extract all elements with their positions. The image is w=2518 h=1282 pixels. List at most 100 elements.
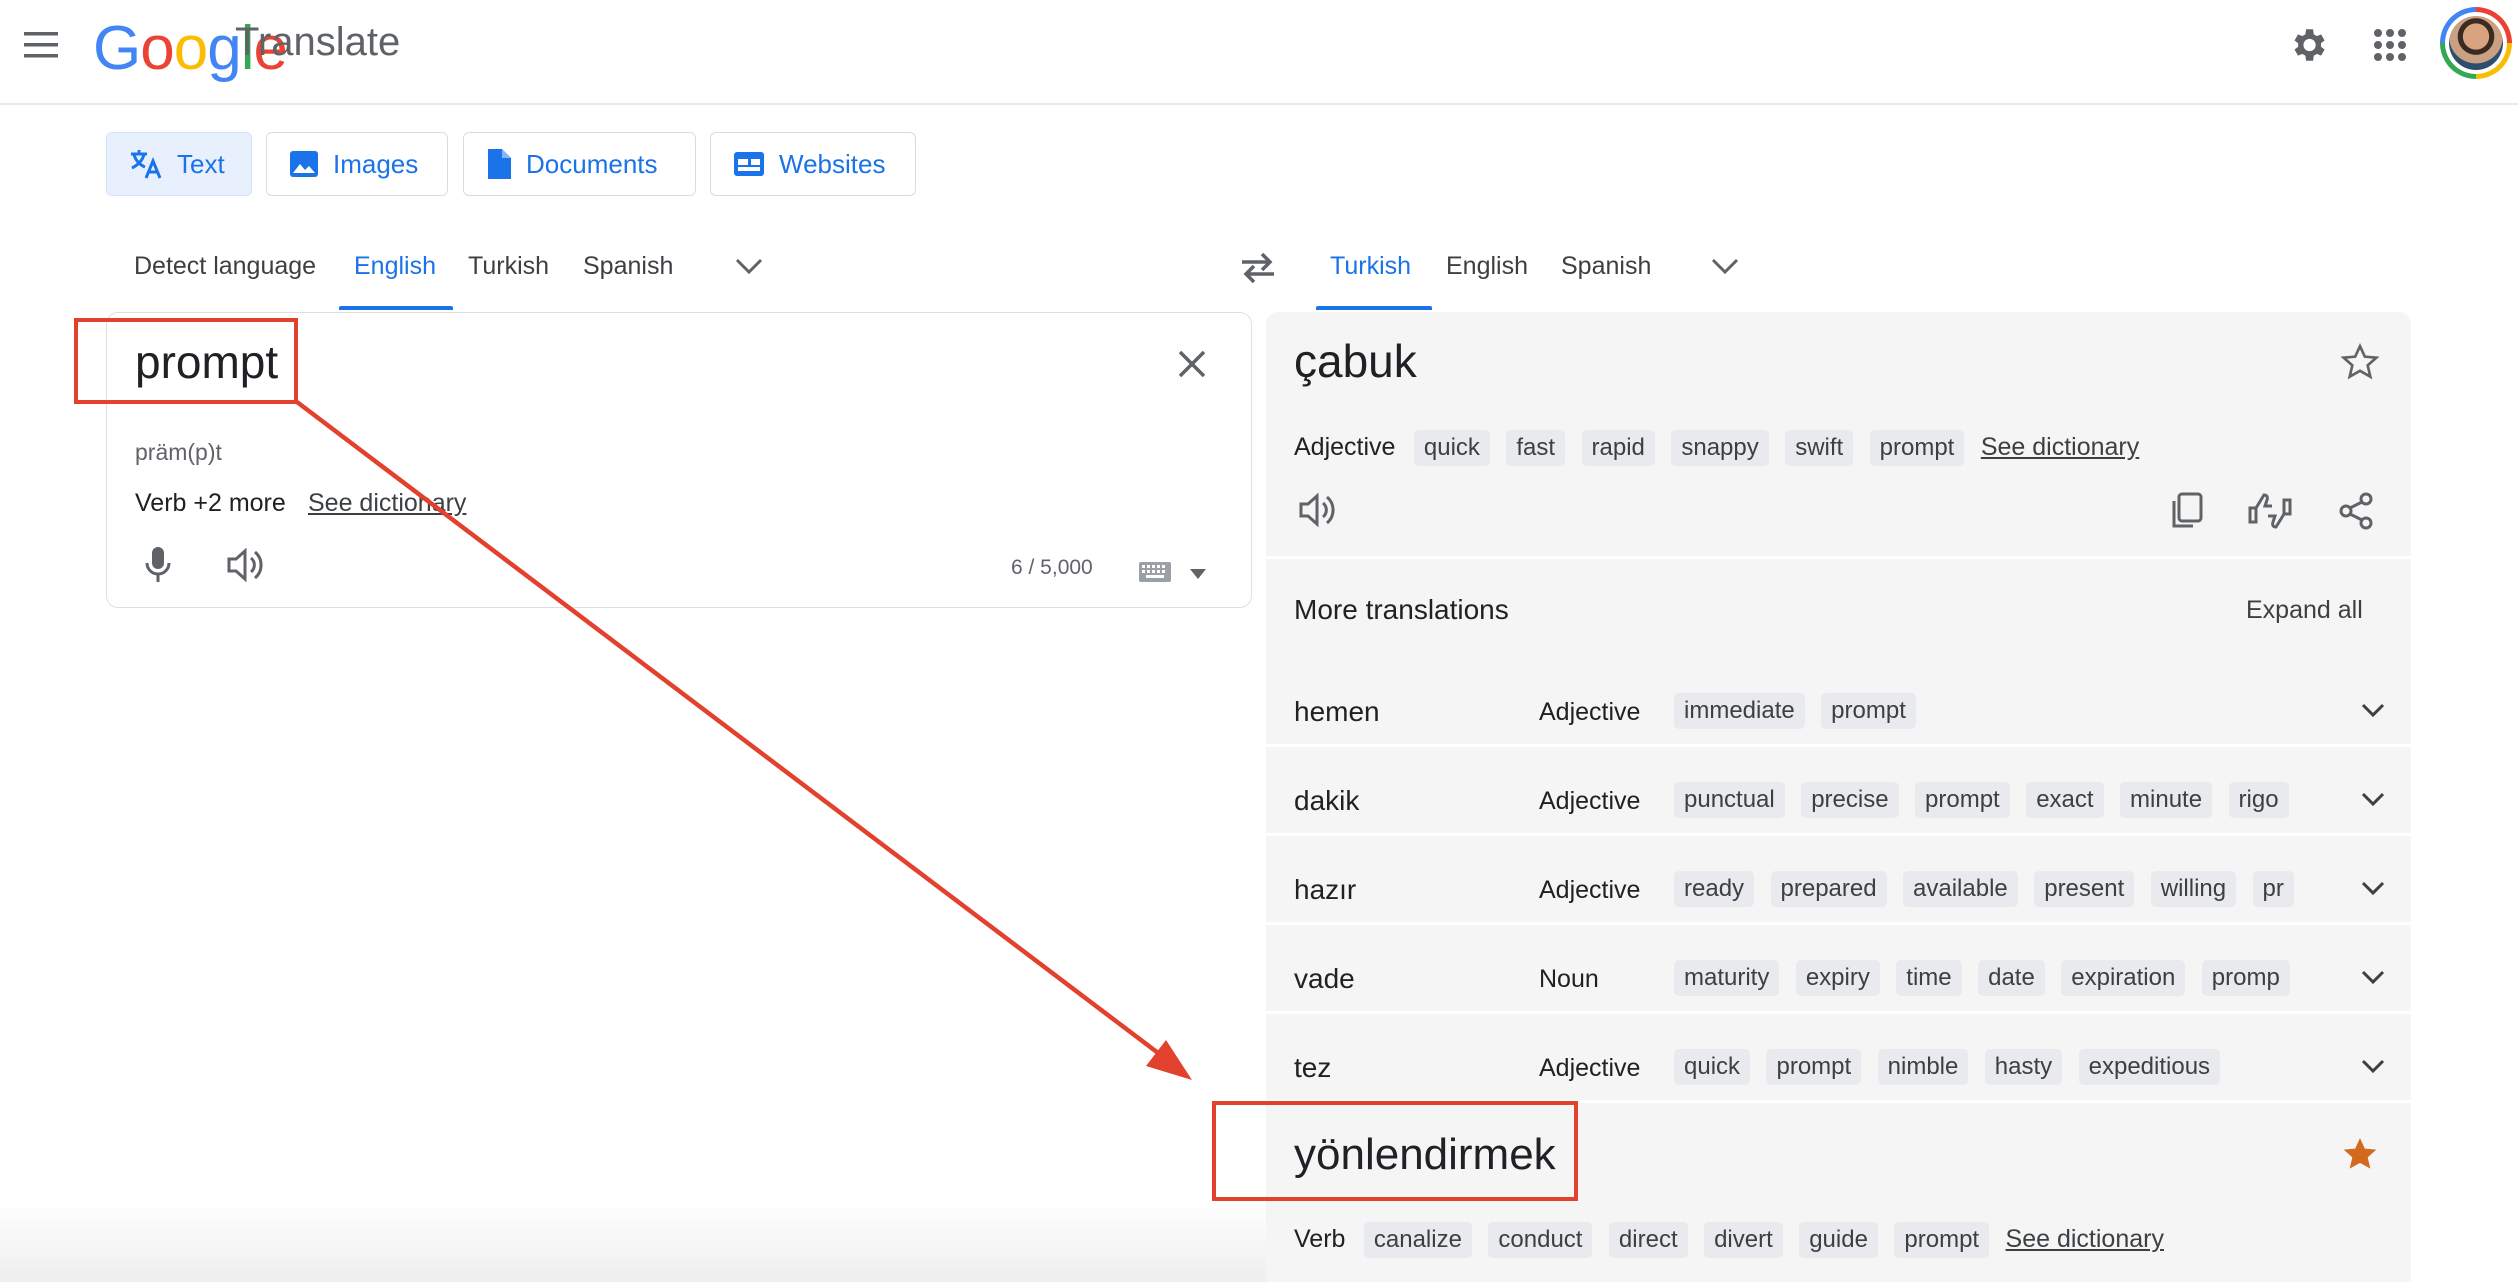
target-chip[interactable]: rapid xyxy=(1581,430,1655,466)
target-chip-row: Adjective quick fast rapid snappy swift … xyxy=(1294,430,2394,466)
row-chip[interactable]: quick xyxy=(1674,1049,1751,1085)
row-chevron-down-icon[interactable] xyxy=(2360,969,2386,990)
row-chip[interactable]: willing xyxy=(2150,871,2237,907)
source-lang-detect[interactable]: Detect language xyxy=(134,252,316,281)
swap-languages-icon[interactable] xyxy=(1238,250,1278,291)
tab-documents[interactable]: Documents xyxy=(463,132,696,196)
image-icon xyxy=(290,151,318,177)
more-translation-row[interactable]: hemen Adjective immediate prompt xyxy=(1266,668,2411,754)
row-chips: punctual precise prompt exact minute rig… xyxy=(1674,782,2334,818)
source-lang-turkish[interactable]: Turkish xyxy=(468,252,549,281)
settings-gear-icon[interactable] xyxy=(2287,24,2329,66)
row-chip[interactable]: precise xyxy=(1801,782,1899,818)
row-chip[interactable]: promp xyxy=(2201,960,2290,996)
row-chip[interactable]: available xyxy=(1903,871,2018,907)
save-translation-star-icon[interactable] xyxy=(2340,342,2380,387)
row-chip[interactable]: prompt xyxy=(1915,782,2010,818)
row-chevron-down-icon[interactable] xyxy=(2360,1058,2386,1079)
more-translation-row[interactable]: vade Noun maturity expiry time date expi… xyxy=(1266,925,2411,1011)
char-count: 6 / 5,000 xyxy=(1011,556,1093,579)
target-chip[interactable]: snappy xyxy=(1671,430,1769,466)
user-avatar[interactable] xyxy=(2440,7,2512,79)
row-chip[interactable]: expiration xyxy=(2061,960,2186,996)
row-chip[interactable]: maturity xyxy=(1674,960,1780,996)
row-chip[interactable]: punctual xyxy=(1674,782,1785,818)
keyboard-icon[interactable] xyxy=(1138,561,1172,588)
row-chip[interactable]: prompt xyxy=(1821,693,1916,729)
target-see-dictionary-link[interactable]: See dictionary xyxy=(1981,433,2139,461)
apps-grid-icon[interactable] xyxy=(2373,28,2407,62)
copy-translation-icon[interactable] xyxy=(2170,492,2204,535)
target-lang-spanish[interactable]: Spanish xyxy=(1561,252,1651,281)
tab-images[interactable]: Images xyxy=(266,132,448,196)
row-chip[interactable]: ready xyxy=(1674,871,1755,907)
more-translation-row[interactable]: hazır Adjective ready prepared available… xyxy=(1266,836,2411,922)
row-chip[interactable]: prepared xyxy=(1770,871,1887,907)
source-pos-summary: Verb +2 more xyxy=(135,489,286,517)
row-word: vade xyxy=(1294,963,1355,994)
target-lang-underline xyxy=(1316,306,1432,310)
row-chip[interactable]: expiry xyxy=(1795,960,1880,996)
divider xyxy=(1266,556,2411,559)
more-translation-row[interactable]: dakik Adjective punctual precise prompt … xyxy=(1266,747,2411,833)
target-chip[interactable]: fast xyxy=(1506,430,1566,466)
second-chip[interactable]: conduct xyxy=(1488,1222,1593,1258)
second-chip[interactable]: direct xyxy=(1608,1222,1688,1258)
second-chip[interactable]: divert xyxy=(1704,1222,1783,1258)
target-speaker-icon[interactable] xyxy=(1298,492,1336,533)
row-chevron-down-icon[interactable] xyxy=(2360,791,2386,812)
second-chip[interactable]: canalize xyxy=(1363,1222,1472,1258)
source-see-dictionary-link[interactable]: See dictionary xyxy=(308,489,466,518)
share-translation-icon[interactable] xyxy=(2338,492,2374,535)
input-tools-caret-down-icon[interactable] xyxy=(1189,567,1207,585)
row-chevron-down-icon[interactable] xyxy=(2360,880,2386,901)
row-chip[interactable]: expeditious xyxy=(2078,1049,2221,1085)
target-chip[interactable]: prompt xyxy=(1869,430,1965,466)
more-translation-row[interactable]: tez Adjective quick prompt nimble hasty … xyxy=(1266,1014,2411,1100)
row-chip[interactable]: date xyxy=(1978,960,2045,996)
saved-translation-star-filled-icon[interactable] xyxy=(2340,1134,2380,1179)
annotation-box-target xyxy=(1212,1101,1578,1201)
second-pos: Verb xyxy=(1294,1225,1346,1253)
app-header: Google Translate xyxy=(0,0,2518,105)
more-translations-title: More translations xyxy=(1294,594,1509,625)
app-name[interactable]: Translate xyxy=(235,22,400,62)
target-lang-more-chevron-down-icon[interactable] xyxy=(1709,256,1741,281)
row-chevron-down-icon[interactable] xyxy=(2360,702,2386,723)
row-chip[interactable]: exact xyxy=(2026,782,2104,818)
microphone-icon[interactable] xyxy=(144,545,172,590)
second-chip[interactable]: prompt xyxy=(1894,1222,1990,1258)
row-chip[interactable]: minute xyxy=(2120,782,2213,818)
main-menu-icon[interactable] xyxy=(22,28,62,62)
rate-translation-thumbs-icon[interactable] xyxy=(2248,492,2292,535)
target-chip[interactable]: quick xyxy=(1413,430,1490,466)
target-chip[interactable]: swift xyxy=(1785,430,1854,466)
expand-all-button[interactable]: Expand all xyxy=(2246,596,2363,625)
row-chip[interactable]: hasty xyxy=(1984,1049,2063,1085)
second-chip[interactable]: guide xyxy=(1799,1222,1878,1258)
row-chip[interactable]: present xyxy=(2034,871,2135,907)
row-chip[interactable]: prompt xyxy=(1766,1049,1862,1085)
row-word: hemen xyxy=(1294,696,1380,727)
row-chip[interactable]: rigo xyxy=(2228,782,2289,818)
row-chips: maturity expiry time date expiration pro… xyxy=(1674,960,2334,996)
row-chip[interactable]: nimble xyxy=(1877,1049,1969,1085)
document-icon xyxy=(488,149,511,179)
source-lang-underline xyxy=(339,306,453,310)
target-translation-text: çabuk xyxy=(1294,335,1417,387)
clear-source-close-icon[interactable] xyxy=(1177,349,1207,384)
row-chips: immediate prompt xyxy=(1674,693,2334,729)
row-chip[interactable]: time xyxy=(1896,960,1962,996)
target-lang-turkish[interactable]: Turkish xyxy=(1330,252,1411,281)
tab-websites[interactable]: Websites xyxy=(710,132,916,196)
tab-text[interactable]: Text xyxy=(106,132,252,196)
source-lang-spanish[interactable]: Spanish xyxy=(583,252,673,281)
row-chip[interactable]: pr xyxy=(2252,871,2294,907)
target-lang-english[interactable]: English xyxy=(1446,252,1528,281)
row-pos: Adjective xyxy=(1539,876,1641,904)
row-chip[interactable]: immediate xyxy=(1674,693,1805,729)
source-lang-english[interactable]: English xyxy=(354,252,436,281)
source-lang-more-chevron-down-icon[interactable] xyxy=(733,256,765,281)
second-see-dictionary-link[interactable]: See dictionary xyxy=(2006,1225,2164,1253)
source-speaker-icon[interactable] xyxy=(226,547,264,588)
